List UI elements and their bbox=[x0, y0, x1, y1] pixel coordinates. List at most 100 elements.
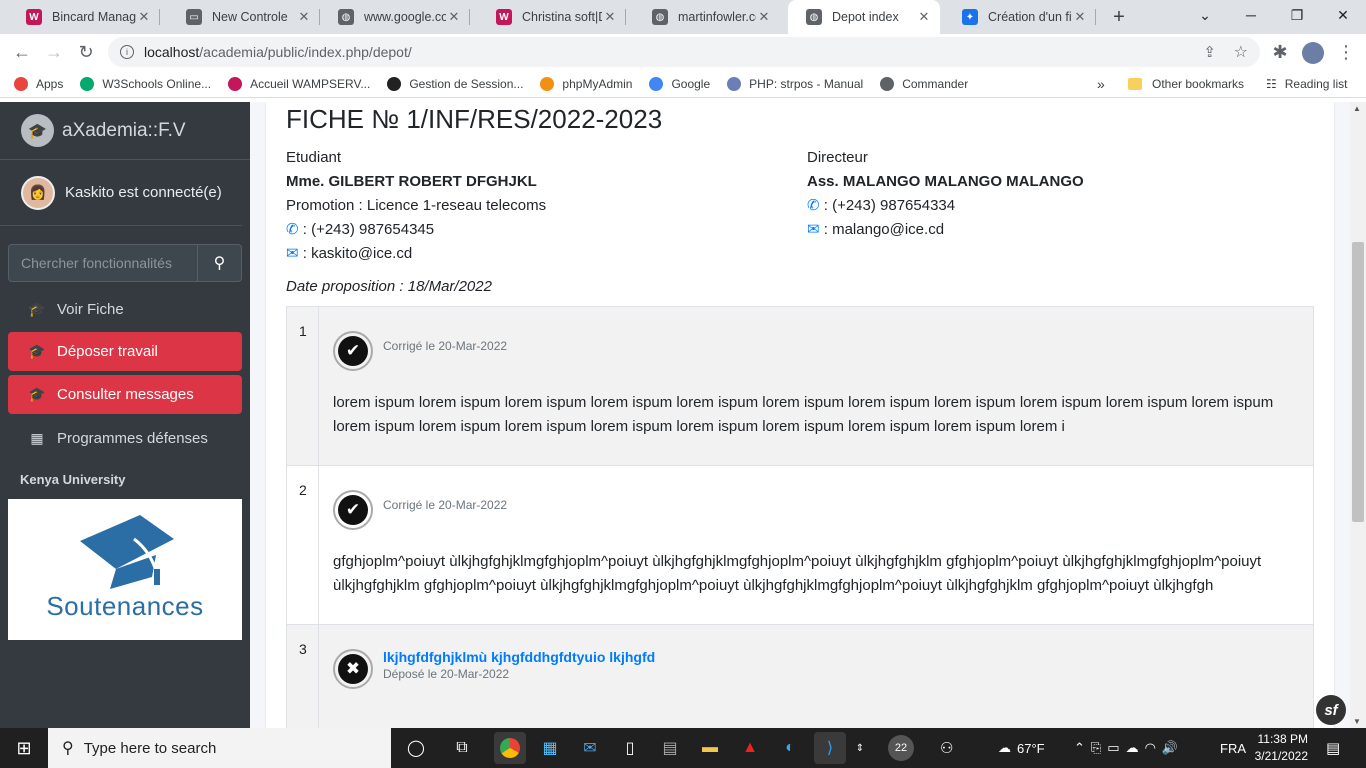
bookmark-item[interactable]: Google bbox=[649, 76, 710, 91]
brand-text: aXademia::F.V bbox=[62, 119, 186, 141]
check-circle-icon: ✔ bbox=[333, 331, 373, 371]
sidebar-item[interactable]: 🎓 Consulter messages bbox=[8, 375, 242, 414]
notification-badge[interactable]: 22 bbox=[888, 735, 914, 761]
chrome-icon[interactable] bbox=[494, 732, 526, 764]
search-icon[interactable]: ⚲ bbox=[197, 244, 242, 282]
restore-icon[interactable]: ❐ bbox=[1274, 0, 1320, 30]
taskbar-search[interactable]: ⚲ Type here to search bbox=[48, 728, 391, 768]
close-tab-icon[interactable]: ✕ bbox=[1072, 9, 1088, 25]
bookmark-label: Gestion de Session... bbox=[409, 76, 524, 91]
action-center-icon[interactable]: ▤ bbox=[1326, 728, 1340, 768]
back-icon[interactable]: ← bbox=[6, 36, 38, 68]
row-number: 2 bbox=[287, 466, 319, 624]
new-tab-button[interactable]: + bbox=[1104, 0, 1134, 34]
profile-avatar[interactable] bbox=[1302, 42, 1324, 64]
sidebar-search: ⚲ bbox=[8, 244, 242, 282]
depot-table: 1 ✔ Corrigé le 20-Mar-2022 lorem ispum lore… bbox=[286, 306, 1314, 728]
bookmark-item[interactable]: Gestion de Session... bbox=[387, 76, 524, 91]
page-scrollbar[interactable]: ▲ ▼ bbox=[1350, 102, 1366, 728]
mail-icon[interactable]: ✉ bbox=[574, 732, 606, 764]
close-window-icon[interactable]: ✕ bbox=[1320, 0, 1366, 30]
browser-tab[interactable]: W Christina soft|Das✕ bbox=[478, 0, 626, 34]
clock-date: 3/21/2022 bbox=[1254, 749, 1308, 763]
tab-title: www.google.com bbox=[364, 10, 446, 24]
bookmark-item[interactable]: phpMyAdmin bbox=[540, 76, 633, 91]
sidebar-item[interactable]: 🎓 Voir Fiche bbox=[8, 290, 242, 329]
site-info-icon[interactable]: i bbox=[120, 45, 134, 59]
extensions-icon[interactable]: ✱ bbox=[1264, 36, 1296, 68]
close-tab-icon[interactable]: ✕ bbox=[916, 9, 932, 25]
user-panel[interactable]: 👩 Kaskito est connecté(e) bbox=[0, 160, 242, 226]
close-tab-icon[interactable]: ✕ bbox=[296, 9, 312, 25]
sidebar-item[interactable]: 🎓 Déposer travail bbox=[8, 332, 242, 371]
address-bar[interactable]: i localhost/academia/public/index.php/de… bbox=[108, 37, 1260, 67]
task-view-icon[interactable]: ⧉ bbox=[446, 732, 478, 764]
close-tab-icon[interactable]: ✕ bbox=[136, 9, 152, 25]
taskbar-overflow-icon[interactable]: ⇕ bbox=[852, 732, 868, 764]
brand-link[interactable]: 🎓 aXademia::F.V bbox=[0, 102, 250, 160]
student-name: Mme. GILBERT ROBERT DFGHJKL bbox=[286, 173, 537, 190]
language-indicator[interactable]: FRA bbox=[1220, 728, 1246, 768]
file-explorer-icon[interactable]: ▬ bbox=[694, 732, 726, 764]
tab-favicon-icon: ◍ bbox=[338, 9, 354, 25]
browser-tab[interactable]: ◍ Depot index ✕ bbox=[788, 0, 940, 34]
bookmark-label: phpMyAdmin bbox=[562, 76, 633, 91]
depot-title-link[interactable]: lkjhgfdfghjklmù kjhgfddhgfdtyuio lkjhgfd bbox=[383, 649, 655, 665]
tab-title: martinfowler.com bbox=[678, 10, 756, 24]
bookmark-item[interactable]: Commander bbox=[880, 76, 968, 91]
bookmark-item[interactable]: W3Schools Online... bbox=[80, 76, 211, 91]
bookmarks-overflow-icon[interactable]: » bbox=[1097, 76, 1105, 92]
row-text: lorem ispum lorem ispum lorem ispum lore… bbox=[333, 394, 1274, 435]
forward-icon[interactable]: → bbox=[38, 36, 70, 68]
bookmark-item[interactable]: PHP: strpos - Manual bbox=[727, 76, 863, 91]
browser-tab[interactable]: ◍ martinfowler.com✕ bbox=[634, 0, 780, 34]
share-icon[interactable]: ⇪ bbox=[1203, 43, 1216, 61]
bookmark-star-icon[interactable]: ☆ bbox=[1234, 42, 1248, 62]
sidebar-search-input[interactable] bbox=[8, 244, 197, 282]
store-icon[interactable]: ▦ bbox=[534, 732, 566, 764]
tab-favicon-icon: ✦ bbox=[962, 9, 978, 25]
bookmark-item[interactable]: Apps bbox=[14, 76, 63, 91]
graduation-cap-icon: 🎓 bbox=[28, 386, 46, 402]
browser-tab[interactable]: ◍ www.google.com✕ bbox=[320, 0, 470, 34]
reading-list[interactable]: ☷ Reading list bbox=[1266, 77, 1347, 91]
menu-icon[interactable]: ⋮ bbox=[1330, 36, 1362, 68]
edge-icon[interactable]: ◐ bbox=[774, 732, 806, 764]
tab-search-icon[interactable]: ⌄ bbox=[1182, 0, 1228, 30]
weather-temp[interactable]: 67°F bbox=[1017, 741, 1045, 756]
cortana-icon[interactable]: ◯ bbox=[400, 732, 432, 764]
apps-icon bbox=[14, 76, 28, 91]
browser-tab[interactable]: ✦ Création d'un fic ✕ bbox=[944, 0, 1096, 34]
minimize-icon[interactable]: ─ bbox=[1228, 0, 1274, 30]
vscode-icon[interactable]: ⟩ bbox=[814, 732, 846, 764]
other-bookmarks[interactable]: Other bookmarks bbox=[1128, 77, 1244, 91]
folder-icon bbox=[1128, 77, 1142, 90]
file-icon[interactable]: ▯ bbox=[614, 732, 646, 764]
symfony-toolbar-icon[interactable]: sf bbox=[1316, 695, 1346, 725]
acrobat-icon[interactable]: ▲ bbox=[734, 732, 766, 764]
close-tab-icon[interactable]: ✕ bbox=[602, 9, 618, 25]
clock[interactable]: 11:38 PM 3/21/2022 bbox=[1252, 728, 1308, 768]
phone-icon: ✆ bbox=[286, 221, 299, 238]
people-icon[interactable]: ⚇ bbox=[940, 728, 953, 768]
envelope-icon: ✉ bbox=[807, 221, 820, 238]
reload-icon[interactable]: ↻ bbox=[70, 36, 102, 68]
envelope-icon: ✉ bbox=[286, 245, 299, 262]
row-number: 1 bbox=[287, 307, 319, 465]
bookmark-item[interactable]: Accueil WAMPSERV... bbox=[228, 76, 370, 91]
sidebar-item[interactable]: ▦ Programmes défenses bbox=[8, 419, 242, 458]
graduation-cap-icon: 🎓 bbox=[28, 343, 46, 359]
windows-start-icon[interactable]: ⊞ bbox=[8, 732, 40, 764]
other-bookmarks-label: Other bookmarks bbox=[1152, 76, 1245, 91]
close-tab-icon[interactable]: ✕ bbox=[756, 9, 772, 25]
close-tab-icon[interactable]: ✕ bbox=[446, 9, 462, 25]
scrollbar-thumb[interactable] bbox=[1352, 242, 1364, 522]
scroll-up-icon[interactable]: ▲ bbox=[1353, 104, 1361, 113]
scroll-down-icon[interactable]: ▼ bbox=[1353, 717, 1361, 726]
tray-icons[interactable]: ⌃⎘▭☁◠🔊 bbox=[1074, 728, 1184, 768]
browser-tab[interactable]: ▭ New Controle ✕ bbox=[168, 0, 320, 34]
app-icon[interactable]: ▤ bbox=[654, 732, 686, 764]
browser-tab[interactable]: W Bincard Manager✕ bbox=[8, 0, 160, 34]
sidebar-item-label: Déposer travail bbox=[57, 343, 158, 360]
check-circle-icon: ✔ bbox=[333, 490, 373, 530]
